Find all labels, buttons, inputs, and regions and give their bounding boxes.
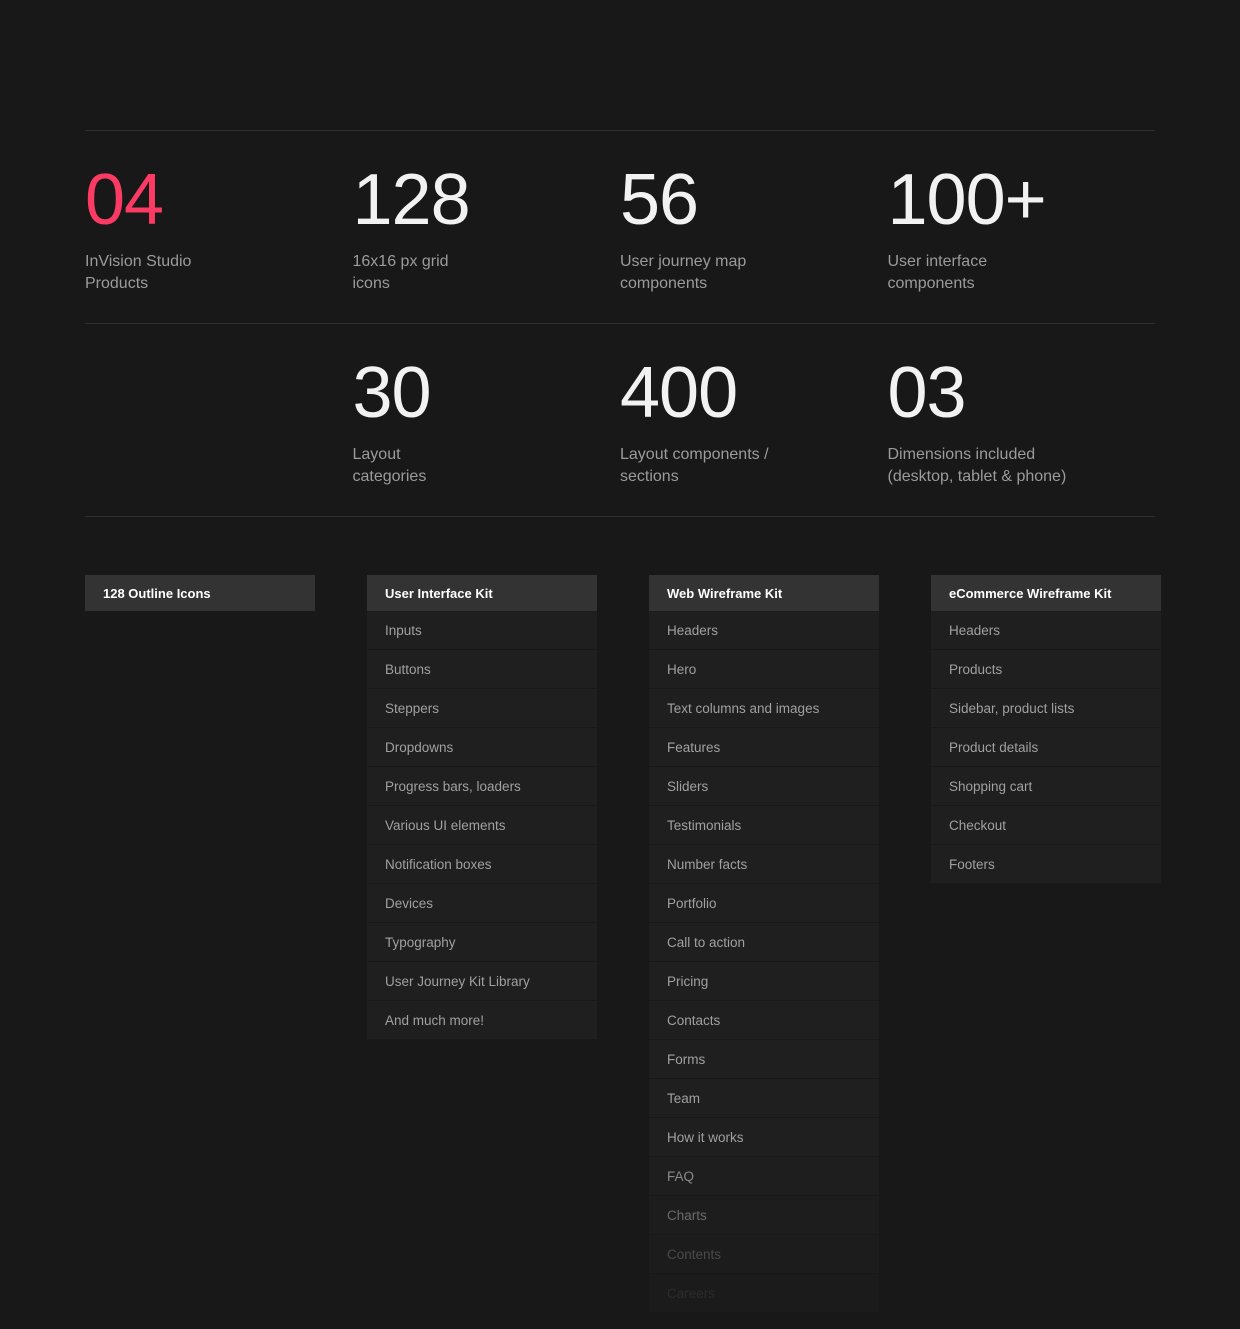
kit-item[interactable]: Sidebar, product lists (931, 689, 1161, 728)
stat-label: Layout categories (352, 446, 427, 485)
kit-item[interactable]: Call to action (649, 923, 879, 962)
kit-item[interactable]: Inputs (367, 611, 597, 650)
kit-item[interactable]: Steppers (367, 689, 597, 728)
stat-number: 56 (620, 160, 699, 240)
stats-row-2: 30 Layout categories 400 Layout components … (85, 324, 1155, 516)
kit-item[interactable]: Hero (649, 650, 879, 689)
stat-cell: 128 16x16 px grid icons (353, 159, 621, 295)
kit-item[interactable]: Buttons (367, 650, 597, 689)
stat-cell: 03 Dimensions included (desktop, tablet &… (888, 352, 1156, 488)
kit-item[interactable]: Checkout (931, 806, 1161, 845)
kit-item[interactable]: Footers (931, 845, 1161, 884)
kit-column: User Interface Kit Inputs Buttons Steppers D… (367, 575, 597, 1313)
kits-section: 128 Outline Icons User Interface Kit Input… (85, 575, 1161, 1313)
kit-item[interactable]: Typography (367, 923, 597, 962)
stat-cell: 56 User journey map components (620, 159, 888, 295)
kit-column: eCommerce Wireframe Kit Headers Products Si… (931, 575, 1161, 1313)
kit-item[interactable]: Dropdowns (367, 728, 597, 767)
stat-label: Dimensions included (desktop, tablet & p… (887, 446, 1067, 485)
stats-row-1: 04 InVision Studio Products 128 16x16 px gr… (85, 131, 1155, 323)
kit-item[interactable]: Headers (649, 611, 879, 650)
kit-item[interactable]: Shopping cart (931, 767, 1161, 806)
stat-number: 30 (352, 353, 432, 433)
stat-label: 16x16 px grid icons (352, 253, 449, 292)
kit-item[interactable]: Portfolio (649, 884, 879, 923)
kit-item[interactable]: Testimonials (649, 806, 879, 845)
kit-column: 128 Outline Icons (85, 575, 315, 1313)
kit-item[interactable]: Product details (931, 728, 1161, 767)
kit-header[interactable]: Web Wireframe Kit (649, 575, 879, 611)
kit-item[interactable]: Progress bars, loaders (367, 767, 597, 806)
kit-item[interactable]: Contacts (649, 1001, 879, 1040)
stat-cell: 04 InVision Studio Products (85, 159, 353, 295)
kit-header[interactable]: 128 Outline Icons (85, 575, 315, 611)
kit-header[interactable]: User Interface Kit (367, 575, 597, 611)
kit-item[interactable]: Features (649, 728, 879, 767)
kit-item[interactable]: Forms (649, 1040, 879, 1079)
kit-item[interactable]: Notification boxes (367, 845, 597, 884)
kit-item[interactable]: Team (649, 1079, 879, 1118)
stats-section: 04 InVision Studio Products 128 16x16 px gr… (85, 130, 1155, 517)
kit-item[interactable]: How it works (649, 1118, 879, 1157)
stat-number: 04 (85, 160, 164, 240)
kit-item[interactable]: FAQ (649, 1157, 879, 1196)
kit-item[interactable]: Contents (649, 1235, 879, 1274)
kit-item[interactable]: Headers (931, 611, 1161, 650)
kit-item[interactable]: Sliders (649, 767, 879, 806)
kit-item[interactable]: Devices (367, 884, 597, 923)
stat-cell: 400 Layout components / sections (620, 352, 888, 488)
kit-column: Web Wireframe Kit Headers Hero Text columns… (649, 575, 879, 1313)
kit-item[interactable]: And much more! (367, 1001, 597, 1040)
stat-cell: 30 Layout categories (353, 352, 621, 488)
stat-label: Layout components / sections (620, 446, 769, 485)
stat-label: InVision Studio Products (85, 253, 192, 292)
stat-number: 400 (620, 353, 738, 433)
kit-item[interactable]: Products (931, 650, 1161, 689)
stat-label: User interface components (887, 253, 988, 292)
kit-header[interactable]: eCommerce Wireframe Kit (931, 575, 1161, 611)
stat-number: 03 (887, 353, 967, 433)
kit-item[interactable]: Various UI elements (367, 806, 597, 845)
kit-item[interactable]: Text columns and images (649, 689, 879, 728)
kit-item[interactable]: Careers (649, 1274, 879, 1313)
kit-item[interactable]: Charts (649, 1196, 879, 1235)
kit-item[interactable]: Number facts (649, 845, 879, 884)
page-root: 04 InVision Studio Products 128 16x16 px gr… (0, 0, 1240, 1329)
divider-bottom (85, 516, 1155, 517)
stat-number: 128 (352, 160, 471, 240)
stat-label: User journey map components (620, 253, 747, 292)
kit-item[interactable]: User Journey Kit Library (367, 962, 597, 1001)
kit-item[interactable]: Pricing (649, 962, 879, 1001)
stat-number: 100+ (887, 160, 1047, 240)
stat-cell: 100+ User interface components (888, 159, 1156, 295)
